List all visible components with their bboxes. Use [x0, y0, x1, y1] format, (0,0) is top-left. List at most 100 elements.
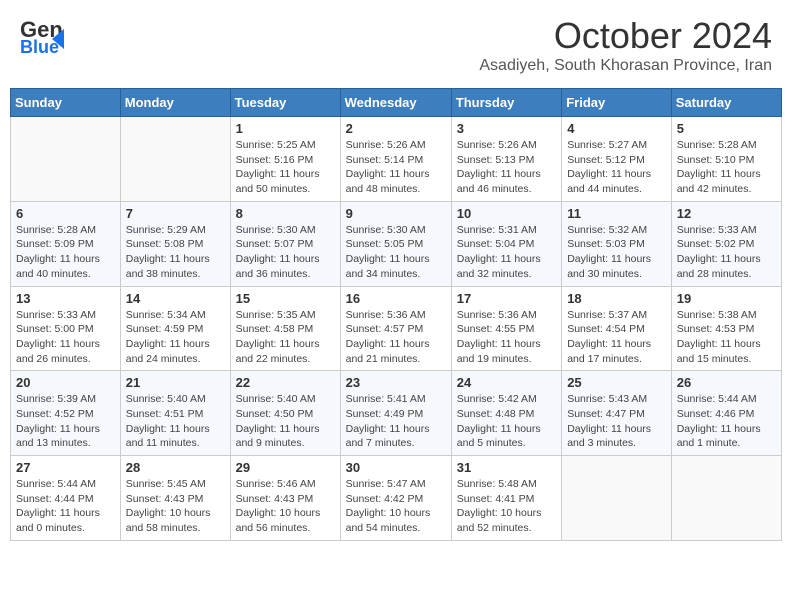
day-number: 20: [16, 375, 115, 390]
day-number: 11: [567, 206, 666, 221]
day-info: Sunrise: 5:28 AM Sunset: 5:09 PM Dayligh…: [16, 223, 115, 282]
day-info: Sunrise: 5:43 AM Sunset: 4:47 PM Dayligh…: [567, 392, 666, 451]
calendar-cell: 30 Sunrise: 5:47 AM Sunset: 4:42 PM Dayli…: [340, 456, 451, 541]
day-number: 3: [457, 121, 556, 136]
day-info: Sunrise: 5:47 AM Sunset: 4:42 PM Dayligh…: [346, 477, 446, 536]
calendar-week-row: 27 Sunrise: 5:44 AM Sunset: 4:44 PM Dayli…: [11, 456, 782, 541]
day-number: 24: [457, 375, 556, 390]
day-number: 25: [567, 375, 666, 390]
calendar-cell: 19 Sunrise: 5:38 AM Sunset: 4:53 PM Dayli…: [671, 286, 781, 371]
day-info: Sunrise: 5:33 AM Sunset: 5:02 PM Dayligh…: [677, 223, 776, 282]
calendar-cell: 10 Sunrise: 5:31 AM Sunset: 5:04 PM Dayli…: [451, 201, 561, 286]
calendar-table: SundayMondayTuesdayWednesdayThursdayFrid…: [10, 88, 782, 541]
day-number: 13: [16, 291, 115, 306]
calendar-cell: 25 Sunrise: 5:43 AM Sunset: 4:47 PM Dayli…: [562, 371, 672, 456]
calendar-cell: 6Sunrise: 5:28 AM Sunset: 5:09 PM Daylig…: [11, 201, 121, 286]
calendar-cell: 8 Sunrise: 5:30 AM Sunset: 5:07 PM Daylig…: [230, 201, 340, 286]
day-number: 8: [236, 206, 335, 221]
svg-text:Blue: Blue: [20, 37, 59, 57]
calendar-title: October 2024: [479, 15, 772, 57]
day-number: 7: [126, 206, 225, 221]
day-number: 30: [346, 460, 446, 475]
day-number: 28: [126, 460, 225, 475]
day-info: Sunrise: 5:46 AM Sunset: 4:43 PM Dayligh…: [236, 477, 335, 536]
calendar-cell: 9Sunrise: 5:30 AM Sunset: 5:05 PM Daylig…: [340, 201, 451, 286]
day-info: Sunrise: 5:48 AM Sunset: 4:41 PM Dayligh…: [457, 477, 556, 536]
day-number: 4: [567, 121, 666, 136]
weekday-header: Friday: [562, 89, 672, 117]
day-number: 1: [236, 121, 335, 136]
day-info: Sunrise: 5:40 AM Sunset: 4:50 PM Dayligh…: [236, 392, 335, 451]
calendar-cell: 11 Sunrise: 5:32 AM Sunset: 5:03 PM Dayli…: [562, 201, 672, 286]
calendar-cell: 20 Sunrise: 5:39 AM Sunset: 4:52 PM Dayli…: [11, 371, 121, 456]
day-number: 15: [236, 291, 335, 306]
day-info: Sunrise: 5:32 AM Sunset: 5:03 PM Dayligh…: [567, 223, 666, 282]
day-info: Sunrise: 5:33 AM Sunset: 5:00 PM Dayligh…: [16, 308, 115, 367]
title-block: October 2024 Asadiyeh, South Khorasan Pr…: [479, 15, 772, 75]
calendar-cell: 3 Sunrise: 5:26 AM Sunset: 5:13 PM Daylig…: [451, 117, 561, 202]
day-number: 10: [457, 206, 556, 221]
calendar-cell: 15 Sunrise: 5:35 AM Sunset: 4:58 PM Dayli…: [230, 286, 340, 371]
calendar-week-row: 1 Sunrise: 5:25 AM Sunset: 5:16 PM Daylig…: [11, 117, 782, 202]
weekday-header: Sunday: [11, 89, 121, 117]
day-info: Sunrise: 5:26 AM Sunset: 5:14 PM Dayligh…: [346, 138, 446, 197]
day-number: 23: [346, 375, 446, 390]
calendar-week-row: 6Sunrise: 5:28 AM Sunset: 5:09 PM Daylig…: [11, 201, 782, 286]
calendar-cell: 17Sunrise: 5:36 AM Sunset: 4:55 PM Dayli…: [451, 286, 561, 371]
day-info: Sunrise: 5:28 AM Sunset: 5:10 PM Dayligh…: [677, 138, 776, 197]
day-info: Sunrise: 5:27 AM Sunset: 5:12 PM Dayligh…: [567, 138, 666, 197]
day-info: Sunrise: 5:42 AM Sunset: 4:48 PM Dayligh…: [457, 392, 556, 451]
day-info: Sunrise: 5:35 AM Sunset: 4:58 PM Dayligh…: [236, 308, 335, 367]
day-info: Sunrise: 5:34 AM Sunset: 4:59 PM Dayligh…: [126, 308, 225, 367]
calendar-cell: 4 Sunrise: 5:27 AM Sunset: 5:12 PM Daylig…: [562, 117, 672, 202]
calendar-cell: 24 Sunrise: 5:42 AM Sunset: 4:48 PM Dayli…: [451, 371, 561, 456]
calendar-cell: 22 Sunrise: 5:40 AM Sunset: 4:50 PM Dayli…: [230, 371, 340, 456]
day-info: Sunrise: 5:44 AM Sunset: 4:46 PM Dayligh…: [677, 392, 776, 451]
day-number: 21: [126, 375, 225, 390]
calendar-cell: 13 Sunrise: 5:33 AM Sunset: 5:00 PM Dayli…: [11, 286, 121, 371]
calendar-cell: 28 Sunrise: 5:45 AM Sunset: 4:43 PM Dayli…: [120, 456, 230, 541]
weekday-header: Tuesday: [230, 89, 340, 117]
day-info: Sunrise: 5:31 AM Sunset: 5:04 PM Dayligh…: [457, 223, 556, 282]
logo: General Blue: [20, 15, 64, 59]
day-info: Sunrise: 5:39 AM Sunset: 4:52 PM Dayligh…: [16, 392, 115, 451]
calendar-cell: [11, 117, 121, 202]
calendar-cell: 16Sunrise: 5:36 AM Sunset: 4:57 PM Dayli…: [340, 286, 451, 371]
weekday-header: Monday: [120, 89, 230, 117]
calendar-cell: 5 Sunrise: 5:28 AM Sunset: 5:10 PM Daylig…: [671, 117, 781, 202]
calendar-subtitle: Asadiyeh, South Khorasan Province, Iran: [479, 57, 772, 75]
calendar-week-row: 13 Sunrise: 5:33 AM Sunset: 5:00 PM Dayli…: [11, 286, 782, 371]
day-info: Sunrise: 5:26 AM Sunset: 5:13 PM Dayligh…: [457, 138, 556, 197]
day-number: 19: [677, 291, 776, 306]
day-info: Sunrise: 5:44 AM Sunset: 4:44 PM Dayligh…: [16, 477, 115, 536]
day-info: Sunrise: 5:25 AM Sunset: 5:16 PM Dayligh…: [236, 138, 335, 197]
day-info: Sunrise: 5:40 AM Sunset: 4:51 PM Dayligh…: [126, 392, 225, 451]
calendar-cell: [120, 117, 230, 202]
day-number: 31: [457, 460, 556, 475]
calendar-cell: 2 Sunrise: 5:26 AM Sunset: 5:14 PM Daylig…: [340, 117, 451, 202]
day-number: 18: [567, 291, 666, 306]
calendar-cell: 14Sunrise: 5:34 AM Sunset: 4:59 PM Dayli…: [120, 286, 230, 371]
day-info: Sunrise: 5:38 AM Sunset: 4:53 PM Dayligh…: [677, 308, 776, 367]
weekday-header: Thursday: [451, 89, 561, 117]
calendar-cell: 27 Sunrise: 5:44 AM Sunset: 4:44 PM Dayli…: [11, 456, 121, 541]
calendar-cell: 12Sunrise: 5:33 AM Sunset: 5:02 PM Dayli…: [671, 201, 781, 286]
day-number: 27: [16, 460, 115, 475]
day-number: 22: [236, 375, 335, 390]
calendar-cell: 29 Sunrise: 5:46 AM Sunset: 4:43 PM Dayli…: [230, 456, 340, 541]
calendar-cell: 26 Sunrise: 5:44 AM Sunset: 4:46 PM Dayli…: [671, 371, 781, 456]
calendar-cell: 21 Sunrise: 5:40 AM Sunset: 4:51 PM Dayli…: [120, 371, 230, 456]
day-number: 2: [346, 121, 446, 136]
weekday-header: Saturday: [671, 89, 781, 117]
day-info: Sunrise: 5:30 AM Sunset: 5:05 PM Dayligh…: [346, 223, 446, 282]
day-info: Sunrise: 5:45 AM Sunset: 4:43 PM Dayligh…: [126, 477, 225, 536]
day-number: 5: [677, 121, 776, 136]
logo-icon: General Blue: [20, 15, 64, 59]
weekday-header: Wednesday: [340, 89, 451, 117]
day-number: 17: [457, 291, 556, 306]
day-info: Sunrise: 5:30 AM Sunset: 5:07 PM Dayligh…: [236, 223, 335, 282]
calendar-cell: [671, 456, 781, 541]
day-number: 26: [677, 375, 776, 390]
day-number: 29: [236, 460, 335, 475]
calendar-week-row: 20 Sunrise: 5:39 AM Sunset: 4:52 PM Dayli…: [11, 371, 782, 456]
